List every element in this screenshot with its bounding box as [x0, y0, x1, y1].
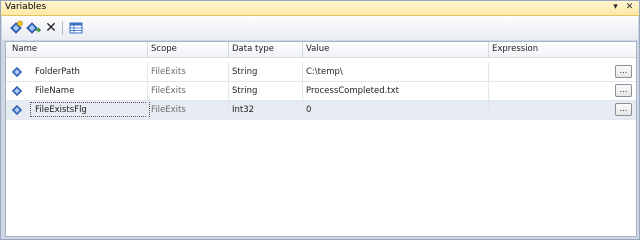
variable-scope-cell[interactable]: FileExits	[147, 63, 186, 81]
variable-scope-cell[interactable]: FileExits	[147, 101, 186, 119]
variable-value-cell[interactable]: ProcessCompleted.txt	[302, 82, 399, 100]
variable-value-cell[interactable]: 0	[302, 101, 311, 119]
pin-dropdown-icon[interactable]: ▾	[610, 2, 621, 13]
variables-panel: Variables ▾ ✕ ✕ Name Scope Data type Val…	[0, 0, 640, 240]
variable-row-folderpath[interactable]: FolderPath FileExits String C:\temp\ ...	[6, 63, 636, 82]
variable-expression-cell[interactable]	[488, 101, 492, 119]
column-header-expression[interactable]: Expression	[488, 42, 632, 57]
variable-row-filename[interactable]: FileName FileExits String ProcessComplet…	[6, 82, 636, 101]
variable-icon	[12, 105, 22, 115]
variable-name-cell[interactable]: FileExistsFlg	[31, 101, 87, 119]
variable-value-cell[interactable]: C:\temp\	[302, 63, 343, 81]
variable-expression-cell[interactable]	[488, 63, 492, 81]
add-variable-icon	[10, 20, 23, 34]
delete-variable-button[interactable]: ✕	[43, 20, 59, 36]
variable-data-type-cell[interactable]: String	[228, 63, 257, 81]
toolbar-separator	[62, 21, 63, 35]
choose-columns-button[interactable]	[68, 20, 84, 36]
delete-icon: ✕	[45, 20, 57, 36]
expression-builder-button[interactable]: ...	[615, 103, 632, 116]
grid-header: Name Scope Data type Value Expression	[6, 42, 636, 58]
expression-builder-button[interactable]: ...	[615, 65, 632, 78]
move-variable-icon	[26, 22, 42, 34]
expression-builder-button[interactable]: ...	[615, 84, 632, 97]
move-variable-button[interactable]	[25, 20, 42, 36]
variable-icon	[12, 67, 22, 77]
column-header-value[interactable]: Value	[302, 42, 486, 57]
column-header-data-type[interactable]: Data type	[228, 42, 302, 57]
add-variable-button[interactable]	[8, 20, 24, 36]
variable-data-type-cell[interactable]: String	[228, 82, 257, 100]
variable-data-type-cell[interactable]: Int32	[228, 101, 254, 119]
variables-grid: Name Scope Data type Value Expression Fo…	[5, 41, 637, 237]
variables-toolbar: ✕	[2, 16, 638, 40]
panel-titlebar: Variables ▾ ✕	[1, 1, 639, 16]
column-header-scope[interactable]: Scope	[147, 42, 226, 57]
variable-expression-cell[interactable]	[488, 82, 492, 100]
panel-title: Variables	[5, 2, 47, 12]
variable-icon	[12, 86, 22, 96]
variable-row-fileexistsflg[interactable]: FileExistsFlg FileExits Int32 0 ...	[6, 101, 636, 120]
variable-name-cell[interactable]: FolderPath	[31, 63, 80, 81]
variable-scope-cell[interactable]: FileExits	[147, 82, 186, 100]
close-icon[interactable]: ✕	[624, 2, 635, 13]
column-header-name[interactable]: Name	[8, 42, 146, 57]
variable-name-cell[interactable]: FileName	[31, 82, 74, 100]
grid-columns-icon	[69, 22, 83, 34]
